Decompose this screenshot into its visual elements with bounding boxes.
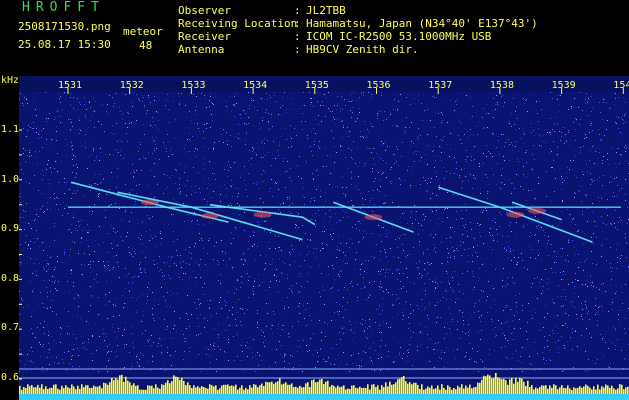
x-tick-label: 1534 (243, 80, 267, 91)
filename: 2508171530.png (18, 20, 111, 33)
x-tick-label: 1539 (552, 80, 576, 91)
info-key-antenna: Antenna (178, 43, 225, 56)
x-tick-label: 1540 (613, 80, 629, 91)
y-tick-label: 0.8 (1, 273, 20, 284)
info-sep: : (294, 43, 301, 56)
x-tick-label: 1531 (58, 80, 82, 91)
meteor-label: meteor (123, 25, 163, 38)
meteor-hotspot (200, 212, 219, 219)
x-tick-label: 1533 (181, 80, 205, 91)
y-tick-label: 1.1 (1, 124, 20, 135)
y-tick-label: 0.7 (1, 322, 20, 333)
x-tick-label: 1535 (305, 80, 329, 91)
meteor-hotspot (506, 211, 525, 218)
y-axis-unit-label: kHz (1, 75, 20, 86)
meteor-hotspot (527, 207, 546, 214)
header-panel: HROFFT 2508171530.png 25.08.17 15:30 met… (0, 0, 629, 72)
y-tick-label: 1.0 (1, 174, 20, 185)
info-value-observer: JL2TBB (306, 4, 346, 17)
x-tick-label: 1532 (120, 80, 144, 91)
info-sep: : (294, 30, 301, 43)
x-tick-label: 1536 (367, 80, 391, 91)
info-key-location: Receiving Location (178, 17, 298, 30)
info-value-receiver: ICOM IC-R2500 53.1000MHz USB (306, 30, 492, 43)
y-tick-label: 0.9 (1, 223, 20, 234)
meteor-hotspot (364, 214, 383, 221)
info-key-receiver: Receiver (178, 30, 231, 43)
y-tick-label: 0.6 (1, 372, 20, 383)
x-tick-label: 1537 (428, 80, 452, 91)
info-value-location: Hamamatsu, Japan (N34°40' E137°43') (306, 17, 538, 30)
x-tick-label: 1538 (490, 80, 514, 91)
meteor-count: 48 (139, 39, 153, 52)
info-value-antenna: HB9CV Zenith dir. (306, 43, 419, 56)
info-sep: : (294, 4, 301, 17)
spectrogram: 1531 1532 1533 1534 1535 1536 1537 1538 1539 1540 (19, 76, 629, 400)
app-title: HROFFT (22, 0, 105, 15)
meteor-hotspot (253, 211, 272, 218)
noise-floor-bar (19, 394, 629, 400)
info-key-observer: Observer (178, 4, 231, 17)
info-sep: : (294, 17, 301, 30)
timestamp: 25.08.17 15:30 (18, 38, 111, 51)
